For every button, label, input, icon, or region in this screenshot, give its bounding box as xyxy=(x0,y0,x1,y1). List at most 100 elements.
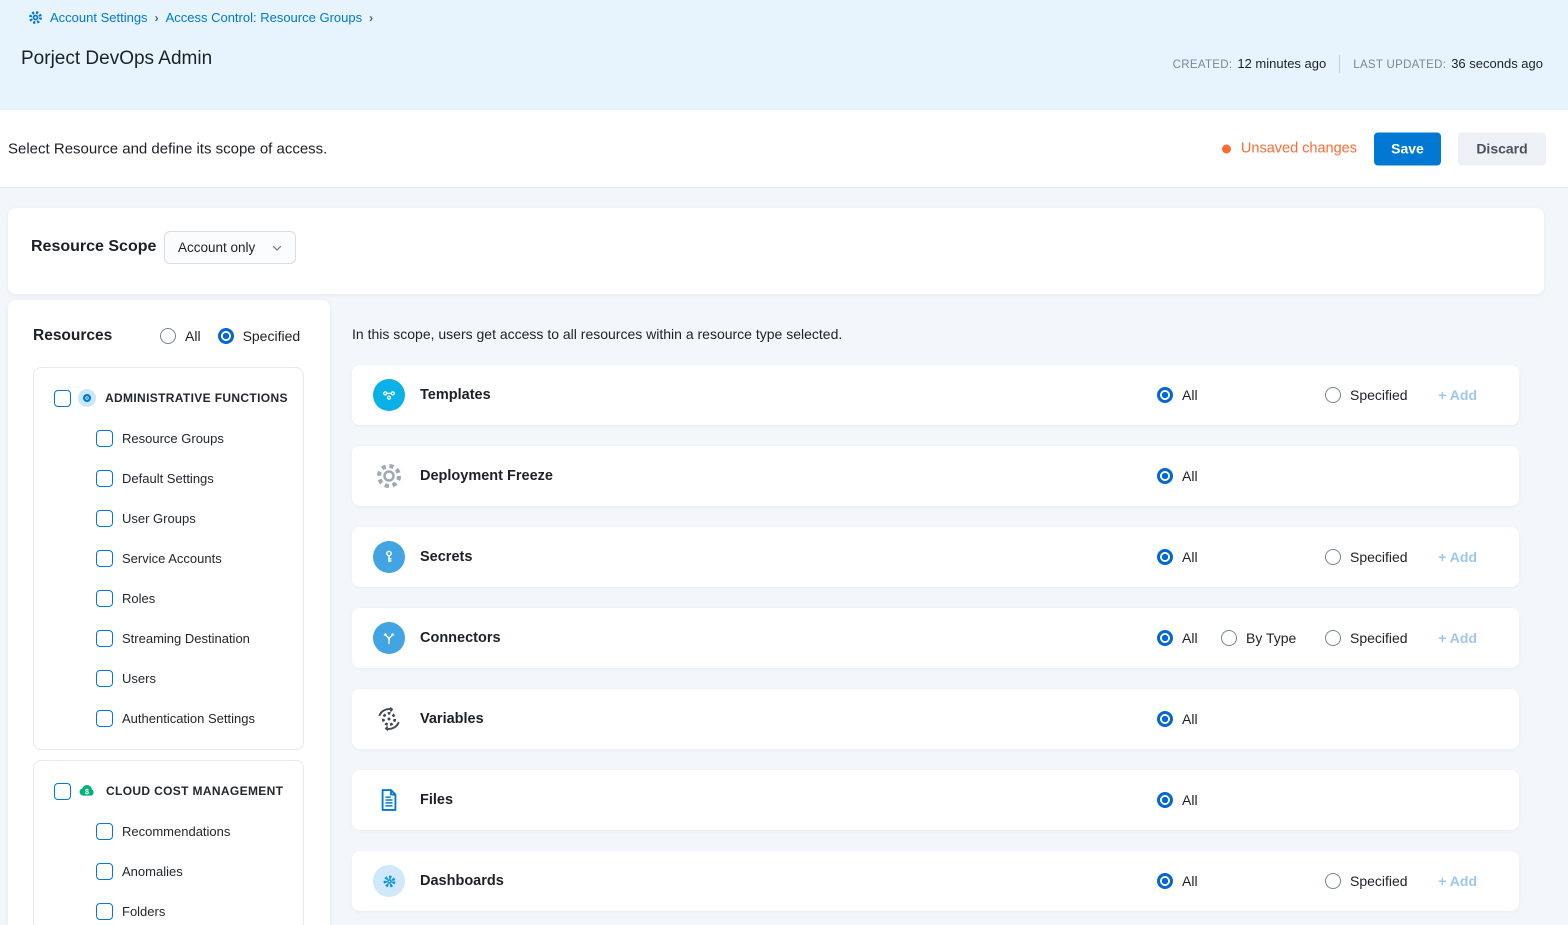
radio-label: All xyxy=(1182,630,1198,646)
resource-row-variables: Variables All xyxy=(352,689,1519,749)
radio-option-specified[interactable]: Specified xyxy=(1325,630,1408,646)
resource-item-folders: Folders xyxy=(34,891,303,925)
checkbox-roles[interactable] xyxy=(96,590,113,607)
radio-label: All xyxy=(185,328,201,344)
checkbox-users[interactable] xyxy=(96,670,113,687)
radio-option-all[interactable]: All xyxy=(1157,468,1198,484)
radio-label: Specified xyxy=(1350,387,1408,403)
discard-button[interactable]: Discard xyxy=(1458,132,1546,165)
breadcrumb-separator: › xyxy=(369,11,373,25)
checkbox-folders[interactable] xyxy=(96,903,113,920)
radio-option-all[interactable]: All xyxy=(1157,711,1198,727)
unsaved-dot-icon xyxy=(1222,144,1231,153)
resource-scope-label: Resource Scope xyxy=(31,238,156,256)
checkbox-anomalies[interactable] xyxy=(96,863,113,880)
radio-all-selected[interactable] xyxy=(1157,387,1173,403)
resource-item-label: Default Settings xyxy=(122,471,214,486)
radio-specified-selected[interactable] xyxy=(218,328,234,344)
group-header-cloud-cost-management: $ CLOUD COST MANAGEMENT xyxy=(34,771,303,811)
admin-functions-icon xyxy=(78,389,96,407)
resource-item-label: Roles xyxy=(122,591,155,606)
radio-label: All xyxy=(1182,549,1198,565)
radio-option-all[interactable]: All xyxy=(1157,387,1198,403)
radio-specified[interactable] xyxy=(1325,549,1341,565)
chevron-down-icon xyxy=(270,241,284,255)
meta-divider xyxy=(1339,55,1340,73)
radio-option-all[interactable]: All xyxy=(1157,873,1198,889)
radio-specified[interactable] xyxy=(1325,387,1341,403)
checkbox-recommendations[interactable] xyxy=(96,823,113,840)
checkbox-authentication-settings[interactable] xyxy=(96,710,113,727)
radio-option-all[interactable]: All xyxy=(1157,549,1198,565)
radio-label: All xyxy=(1182,468,1198,484)
resource-row-label: Secrets xyxy=(420,549,472,565)
resource-item-streaming-destination: Streaming Destination xyxy=(34,618,303,658)
radio-all-selected[interactable] xyxy=(1157,873,1173,889)
radio-option-specified[interactable]: Specified xyxy=(218,328,301,344)
radio-by-type[interactable] xyxy=(1221,630,1237,646)
checkbox-cloud-cost-management[interactable] xyxy=(54,783,71,800)
radio-specified[interactable] xyxy=(1325,873,1341,889)
checkbox-streaming-destination[interactable] xyxy=(96,630,113,647)
checkbox-administrative-functions[interactable] xyxy=(54,390,71,407)
radio-option-by-type[interactable]: By Type xyxy=(1221,630,1296,646)
resource-item-label: User Groups xyxy=(122,511,196,526)
add-button-connectors[interactable]: + Add xyxy=(1438,630,1477,646)
resource-item-label: Streaming Destination xyxy=(122,631,250,646)
radio-label: All xyxy=(1182,387,1198,403)
breadcrumb: Account Settings › Access Control: Resou… xyxy=(28,10,373,25)
resource-row-label: Variables xyxy=(420,711,484,727)
breadcrumb-account-settings[interactable]: Account Settings xyxy=(50,10,148,25)
radio-option-specified[interactable]: Specified xyxy=(1325,873,1408,889)
checkbox-service-accounts[interactable] xyxy=(96,550,113,567)
radio-option-all[interactable]: All xyxy=(160,328,201,344)
resource-row-label: Deployment Freeze xyxy=(420,468,553,484)
page-header: Account Settings › Access Control: Resou… xyxy=(0,0,1568,110)
resource-item-authentication-settings: Authentication Settings xyxy=(34,698,303,738)
resource-group-list: ADMINISTRATIVE FUNCTIONSResource GroupsD… xyxy=(33,367,304,925)
radio-all-selected[interactable] xyxy=(1157,711,1173,727)
radio-option-specified[interactable]: Specified xyxy=(1325,549,1408,565)
connectors-icon xyxy=(373,622,405,654)
resource-scope-dropdown[interactable]: Account only xyxy=(164,231,296,264)
resource-item-service-accounts: Service Accounts xyxy=(34,538,303,578)
radio-label: By Type xyxy=(1246,630,1296,646)
checkbox-resource-groups[interactable] xyxy=(96,430,113,447)
radio-specified[interactable] xyxy=(1325,630,1341,646)
radio-all-selected[interactable] xyxy=(1157,792,1173,808)
resource-item-resource-groups: Resource Groups xyxy=(34,418,303,458)
resource-item-users: Users xyxy=(34,658,303,698)
radio-option-all[interactable]: All xyxy=(1157,792,1198,808)
resource-item-label: Folders xyxy=(122,904,165,919)
add-button-templates[interactable]: + Add xyxy=(1438,387,1477,403)
cloud-cost-icon: $ xyxy=(77,781,97,801)
toolbar-description: Select Resource and define its scope of … xyxy=(8,140,327,157)
resource-scope-card: Resource Scope Account only xyxy=(8,208,1544,294)
created-label: CREATED: xyxy=(1173,59,1233,71)
save-button[interactable]: Save xyxy=(1374,132,1441,165)
breadcrumb-separator: › xyxy=(155,11,159,25)
checkbox-user-groups[interactable] xyxy=(96,510,113,527)
add-button-dashboards[interactable]: + Add xyxy=(1438,873,1477,889)
radio-option-all[interactable]: All xyxy=(1157,630,1198,646)
radio-all-selected[interactable] xyxy=(1157,468,1173,484)
templates-icon xyxy=(373,379,405,411)
add-button-secrets[interactable]: + Add xyxy=(1438,549,1477,565)
dashboards-icon xyxy=(373,865,405,897)
checkbox-default-settings[interactable] xyxy=(96,470,113,487)
radio-label: All xyxy=(1182,792,1198,808)
resource-row-deployment-freeze: Deployment Freeze All xyxy=(352,446,1519,506)
breadcrumb-access-control[interactable]: Access Control: Resource Groups xyxy=(166,10,363,25)
resource-row-secrets: Secrets All Specified + Add xyxy=(352,527,1519,587)
resource-row-label: Templates xyxy=(420,387,491,403)
resources-scope-options: All Specified xyxy=(160,328,300,344)
radio-all[interactable] xyxy=(160,328,176,344)
radio-all-selected[interactable] xyxy=(1157,630,1173,646)
files-icon xyxy=(373,784,405,816)
resource-row-connectors: ConnectorsAllBy TypeSpecified+ Add xyxy=(352,608,1519,668)
group-label: CLOUD COST MANAGEMENT xyxy=(106,784,283,798)
radio-all-selected[interactable] xyxy=(1157,549,1173,565)
resource-row-templates: Templates All Specified + Add xyxy=(352,365,1519,425)
resource-item-anomalies: Anomalies xyxy=(34,851,303,891)
radio-option-specified[interactable]: Specified xyxy=(1325,387,1408,403)
